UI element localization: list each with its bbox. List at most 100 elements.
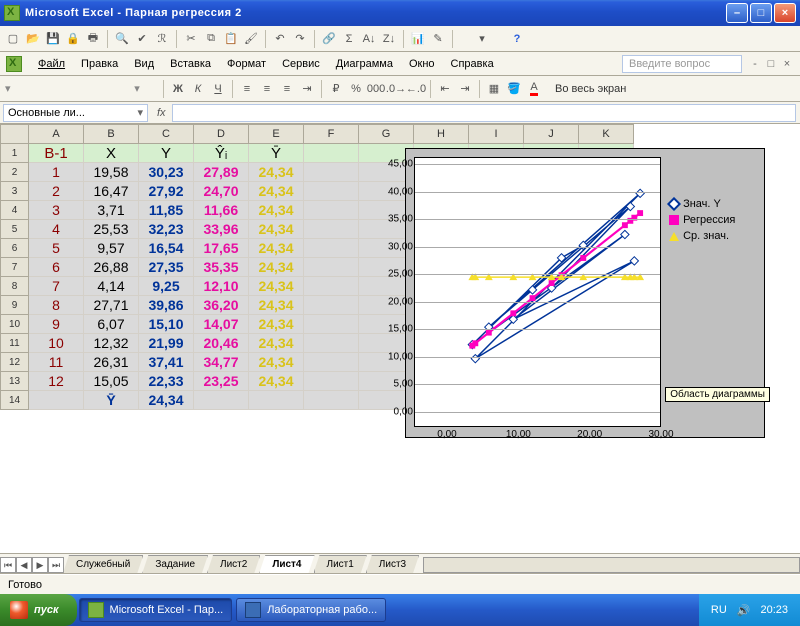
row-header[interactable]: 3 bbox=[1, 182, 29, 201]
cell[interactable] bbox=[304, 182, 359, 201]
cell[interactable]: 24,70 bbox=[194, 182, 249, 201]
research-icon[interactable]: ℛ bbox=[153, 30, 171, 48]
cell[interactable] bbox=[304, 144, 359, 163]
window-close-button[interactable]: × bbox=[774, 3, 796, 23]
cell[interactable]: 9 bbox=[29, 315, 84, 334]
fullscreen-label[interactable]: Во весь экран bbox=[555, 83, 626, 95]
cell[interactable]: 26,31 bbox=[84, 353, 139, 372]
cell[interactable]: Ȳ bbox=[249, 144, 304, 163]
cell[interactable]: 1 bbox=[29, 163, 84, 182]
print-preview-icon[interactable]: 🔍 bbox=[113, 30, 131, 48]
start-button[interactable]: пуск bbox=[0, 594, 77, 626]
cell[interactable]: 17,65 bbox=[194, 239, 249, 258]
currency-icon[interactable]: ₽ bbox=[327, 80, 345, 98]
row-header[interactable]: 10 bbox=[1, 315, 29, 334]
tray-volume-icon[interactable]: 🔊 bbox=[737, 604, 751, 617]
row-header[interactable]: 4 bbox=[1, 201, 29, 220]
column-header[interactable]: G bbox=[359, 125, 414, 144]
save-icon[interactable]: 💾 bbox=[44, 30, 62, 48]
column-header[interactable]: B bbox=[84, 125, 139, 144]
cell[interactable]: 15,05 bbox=[84, 372, 139, 391]
cell[interactable]: 9,57 bbox=[84, 239, 139, 258]
format-painter-icon[interactable]: 🖌 bbox=[242, 30, 260, 48]
menu-help[interactable]: Справка bbox=[443, 58, 502, 70]
cell[interactable]: 32,23 bbox=[139, 220, 194, 239]
column-header[interactable]: D bbox=[194, 125, 249, 144]
cell[interactable]: 6 bbox=[29, 258, 84, 277]
row-header[interactable]: 13 bbox=[1, 372, 29, 391]
font-color-icon[interactable]: A bbox=[525, 80, 543, 98]
worksheet-area[interactable]: ABCDEFGHIJK 1B-1XYŶᵢȲ2119,5830,2327,8924… bbox=[0, 124, 800, 554]
cell[interactable]: 14,07 bbox=[194, 315, 249, 334]
row-header[interactable]: 5 bbox=[1, 220, 29, 239]
cell[interactable]: 5 bbox=[29, 239, 84, 258]
row-header[interactable]: 7 bbox=[1, 258, 29, 277]
cell[interactable] bbox=[304, 258, 359, 277]
cell[interactable] bbox=[194, 391, 249, 410]
cell[interactable]: 11,85 bbox=[139, 201, 194, 220]
sort-desc-icon[interactable]: Z↓ bbox=[380, 30, 398, 48]
tab-nav-next-icon[interactable]: ▶ bbox=[32, 557, 48, 573]
cell[interactable] bbox=[304, 391, 359, 410]
menu-tools[interactable]: Сервис bbox=[274, 58, 328, 70]
cell[interactable]: 27,35 bbox=[139, 258, 194, 277]
sheet-tab[interactable]: Лист4 bbox=[259, 555, 314, 573]
cell[interactable]: 4,14 bbox=[84, 277, 139, 296]
horizontal-scrollbar[interactable] bbox=[423, 557, 800, 573]
cell[interactable]: 37,41 bbox=[139, 353, 194, 372]
cell[interactable]: 24,34 bbox=[249, 239, 304, 258]
chart-plot-area[interactable]: 0,005,0010,0015,0020,0025,0030,0035,0040… bbox=[414, 157, 661, 427]
underline-icon[interactable]: Ч bbox=[209, 80, 227, 98]
name-box[interactable]: Основные ли...▾ bbox=[3, 104, 148, 122]
window-maximize-button[interactable]: □ bbox=[750, 3, 772, 23]
cell[interactable]: 24,34 bbox=[249, 258, 304, 277]
doc-minimize-icon[interactable]: - bbox=[748, 57, 762, 71]
tray-lang[interactable]: RU bbox=[711, 604, 727, 616]
column-header[interactable]: A bbox=[29, 125, 84, 144]
column-header[interactable]: C bbox=[139, 125, 194, 144]
cell[interactable]: Ŷᵢ bbox=[194, 144, 249, 163]
cell[interactable]: 2 bbox=[29, 182, 84, 201]
cell[interactable] bbox=[304, 163, 359, 182]
cell[interactable]: 16,47 bbox=[84, 182, 139, 201]
cell[interactable]: 25,53 bbox=[84, 220, 139, 239]
cell[interactable]: Ȳ bbox=[84, 391, 139, 410]
cell[interactable] bbox=[304, 315, 359, 334]
cell[interactable]: 6,07 bbox=[84, 315, 139, 334]
menu-file[interactable]: Файл bbox=[30, 58, 73, 70]
cell[interactable] bbox=[304, 334, 359, 353]
chart-legend[interactable]: Знач. Y Регрессия Ср. знач. Область диаг… bbox=[669, 194, 758, 437]
decrease-decimal-icon[interactable]: ←.0 bbox=[407, 80, 425, 98]
cell[interactable]: 24,34 bbox=[249, 277, 304, 296]
cell[interactable]: 27,89 bbox=[194, 163, 249, 182]
row-header[interactable]: 1 bbox=[1, 144, 29, 163]
cell[interactable]: 27,71 bbox=[84, 296, 139, 315]
cell[interactable]: 34,77 bbox=[194, 353, 249, 372]
cell[interactable] bbox=[249, 391, 304, 410]
cell[interactable]: 24,34 bbox=[249, 334, 304, 353]
column-header[interactable]: K bbox=[579, 125, 634, 144]
cell[interactable]: 27,92 bbox=[139, 182, 194, 201]
merge-center-icon[interactable]: ⇥ bbox=[298, 80, 316, 98]
cell[interactable]: 4 bbox=[29, 220, 84, 239]
cell[interactable]: 3 bbox=[29, 201, 84, 220]
column-header[interactable]: H bbox=[414, 125, 469, 144]
cut-icon[interactable]: ✂ bbox=[182, 30, 200, 48]
align-right-icon[interactable]: ≡ bbox=[278, 80, 296, 98]
spelling-icon[interactable]: ✔ bbox=[133, 30, 151, 48]
row-header[interactable]: 6 bbox=[1, 239, 29, 258]
cell[interactable]: 24,34 bbox=[249, 220, 304, 239]
sheet-tab[interactable]: Задание bbox=[142, 555, 208, 573]
cell[interactable] bbox=[304, 220, 359, 239]
window-minimize-button[interactable]: – bbox=[726, 3, 748, 23]
column-header[interactable]: E bbox=[249, 125, 304, 144]
increase-indent-icon[interactable]: ⇥ bbox=[456, 80, 474, 98]
cell[interactable]: 8 bbox=[29, 296, 84, 315]
cell[interactable]: 20,46 bbox=[194, 334, 249, 353]
cell[interactable]: 16,54 bbox=[139, 239, 194, 258]
cell[interactable]: 35,35 bbox=[194, 258, 249, 277]
menu-format[interactable]: Формат bbox=[219, 58, 274, 70]
cell[interactable]: 11,66 bbox=[194, 201, 249, 220]
cell[interactable]: 30,23 bbox=[139, 163, 194, 182]
cell[interactable]: 23,25 bbox=[194, 372, 249, 391]
